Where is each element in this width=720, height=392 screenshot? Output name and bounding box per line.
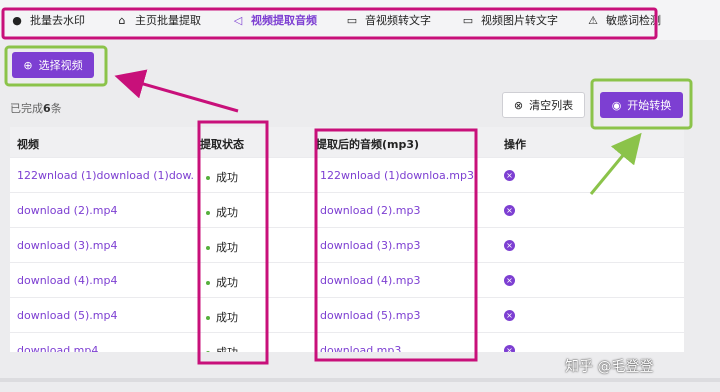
- green-arrow: [589, 132, 642, 195]
- tab-bar-highlight: [1, 7, 658, 40]
- annotation-overlay: [1, 7, 693, 365]
- status-column-highlight: [197, 120, 269, 365]
- select-button-highlight: [4, 45, 108, 87]
- audio-column-highlight: [314, 128, 478, 362]
- magenta-arrow: [114, 69, 239, 113]
- start-button-highlight: [590, 78, 693, 130]
